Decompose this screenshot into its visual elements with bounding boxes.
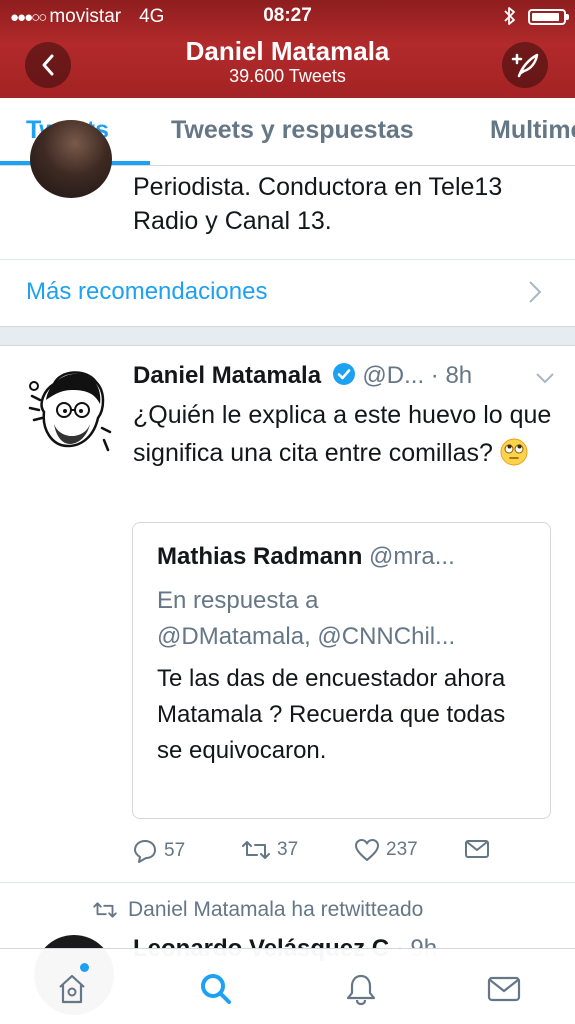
chevron-down-icon[interactable] (535, 372, 555, 384)
bottom-tab-bar (0, 948, 575, 1024)
tweet-author-name[interactable]: Daniel Matamala (133, 362, 321, 389)
home-icon (59, 974, 85, 1004)
quoted-tweet-header: Mathias Radmann @mra... (157, 543, 537, 571)
profile-name-title: Daniel Matamala (185, 36, 390, 66)
recommended-user-bio: Periodista. Conductora en Tele13 Radio y… (133, 173, 503, 235)
tweet-timestamp: · 8h (430, 362, 473, 389)
bell-icon (346, 974, 376, 1006)
retweet-icon (93, 902, 117, 918)
tab-multimedia[interactable]: Multimedia (490, 116, 575, 145)
clock: 08:27 (263, 5, 312, 26)
battery-icon (528, 9, 569, 25)
tweet-header: Daniel Matamala @D... · 8h (133, 362, 558, 396)
reply-button[interactable]: 57 (132, 838, 185, 864)
reply-context-label: En respuesta a (157, 587, 319, 614)
tab-search[interactable] (198, 971, 234, 1007)
chevron-right-icon (529, 281, 542, 303)
new-content-dot (80, 963, 89, 972)
section-separator (0, 326, 575, 346)
status-bar: ●●●○○ movistar 4G 08:27 (0, 0, 575, 32)
profile-header: ●●●○○ movistar 4G 08:27 Daniel Matamala … (0, 0, 575, 98)
bluetooth-icon (503, 5, 517, 33)
compose-tweet-icon (511, 53, 539, 78)
retweet-button[interactable]: 37 (241, 838, 298, 862)
like-count: 237 (386, 839, 418, 860)
tweet-count: 39.600 Tweets (229, 66, 346, 86)
tab-tweets-y-respuestas[interactable]: Tweets y respuestas (171, 116, 414, 145)
search-icon (201, 974, 231, 1004)
quoted-reply-context: En respuesta a @DMatamala, @CNNChil... (157, 583, 537, 655)
reply-icon (134, 840, 156, 863)
retweet-indicator: Daniel Matamala ha retwitteado (92, 898, 423, 922)
heart-icon (355, 839, 379, 861)
tab-home[interactable] (54, 971, 90, 1007)
retweet-count: 37 (277, 839, 299, 860)
more-recommendations-row[interactable]: Más recomendaciones (0, 260, 575, 326)
tweet-author-handle: @D... (362, 362, 425, 389)
tweet-text: ¿Quién le explica a este huevo lo que si… (133, 396, 553, 472)
reply-count: 57 (164, 840, 186, 861)
tab-messages[interactable] (486, 971, 522, 1007)
retweet-icon (242, 841, 270, 859)
quoted-author-name: Mathias Radmann (157, 543, 363, 570)
like-button[interactable]: 237 (354, 838, 418, 862)
direct-message-button[interactable] (464, 838, 490, 860)
recommended-user-avatar[interactable] (30, 120, 112, 198)
tweet-body: ¿Quién le explica a este huevo lo que si… (133, 401, 552, 467)
battery-level (532, 13, 559, 21)
envelope-icon (487, 976, 521, 1002)
envelope-icon (465, 840, 489, 858)
verified-badge-icon (332, 362, 356, 393)
quoted-tweet-text: Te las das de encuestador ahora Matamala… (157, 665, 506, 764)
reply-context-mentions: @DMatamala, @CNNChil... (157, 623, 456, 650)
tab-notifications[interactable] (343, 971, 379, 1007)
more-recommendations-label: Más recomendaciones (26, 278, 268, 305)
divider (0, 882, 575, 883)
quoted-author-handle: @mra... (369, 543, 455, 570)
author-avatar[interactable] (24, 366, 112, 458)
retweeted-by-label: Daniel Matamala ha retwitteado (128, 898, 424, 921)
compose-button[interactable] (502, 42, 548, 88)
tweet-actions: 57 37 237 (0, 838, 575, 872)
quoted-tweet[interactable]: Mathias Radmann @mra... En respuesta a @… (132, 522, 551, 819)
face-with-rolling-eyes-icon (500, 438, 528, 466)
